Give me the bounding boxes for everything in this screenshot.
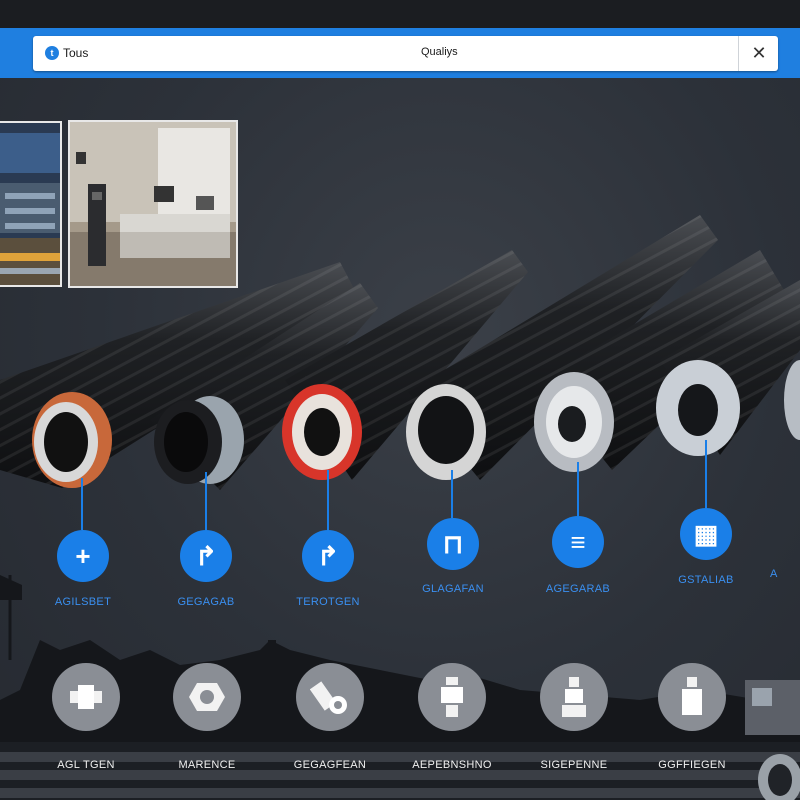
nut-icon[interactable] bbox=[173, 663, 241, 731]
plug-icon[interactable] bbox=[658, 663, 726, 731]
fitting-label: AEPEBNSHNO bbox=[412, 759, 492, 771]
fitting-label: GGFFIEGEN bbox=[658, 759, 726, 771]
adapter-icon[interactable] bbox=[540, 663, 608, 731]
coupling-icon[interactable] bbox=[52, 663, 120, 731]
elbow-fitting-icon[interactable] bbox=[296, 663, 364, 731]
fitting-label: MARENCE bbox=[178, 759, 236, 771]
fitting-label: GEGAGFEAN bbox=[293, 759, 367, 771]
valve-icon[interactable] bbox=[418, 663, 486, 731]
fitting-label: AGL TGEN bbox=[57, 759, 115, 771]
fitting-label: SIGEPENNE bbox=[540, 759, 608, 771]
